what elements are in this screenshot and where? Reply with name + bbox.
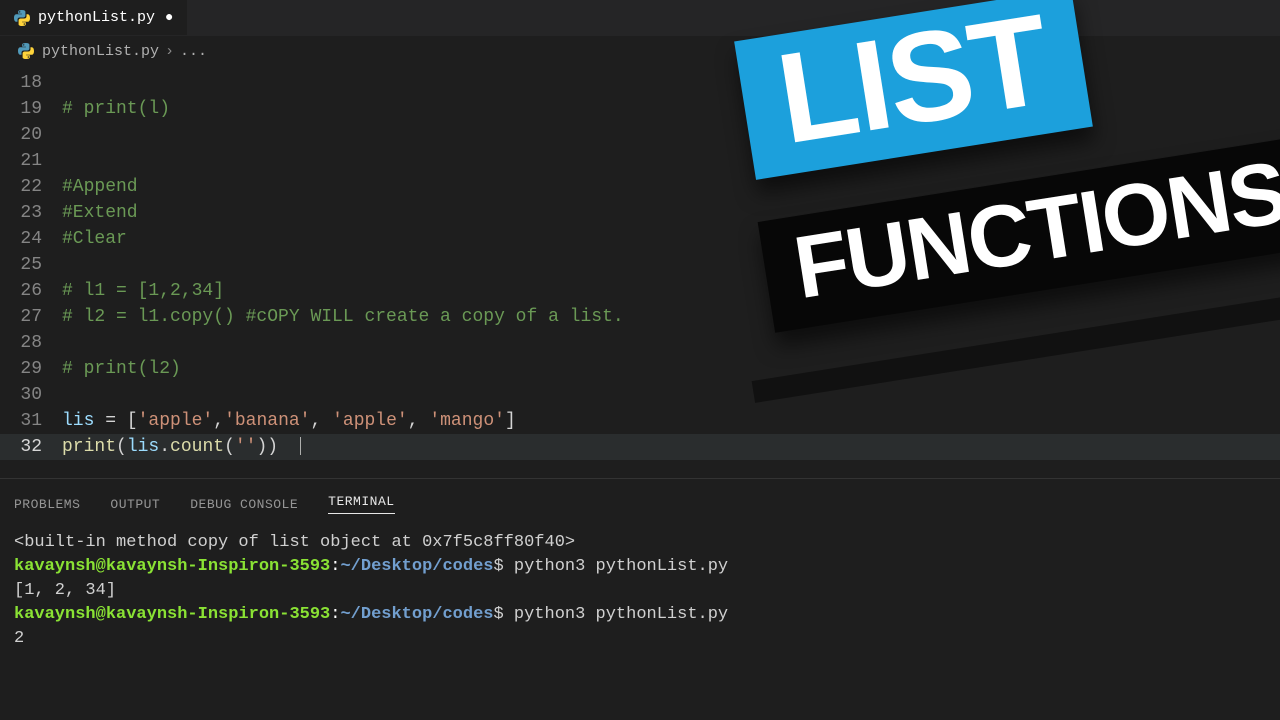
code-content[interactable]: # l1 = [1,2,34]: [62, 278, 224, 304]
terminal-prompt-line: kavaynsh@kavaynsh-Inspiron-3593:~/Deskto…: [14, 555, 1266, 579]
terminal-prompt-line: kavaynsh@kavaynsh-Inspiron-3593:~/Deskto…: [14, 603, 1266, 627]
text-cursor-icon: [300, 437, 301, 455]
code-content[interactable]: #Append: [62, 174, 138, 200]
tab-bar: pythonList.py ●: [0, 0, 1280, 36]
code-content[interactable]: #Clear: [62, 226, 127, 252]
terminal-content[interactable]: <built-in method copy of list object at …: [0, 519, 1280, 663]
panel-tab-problems[interactable]: PROBLEMS: [14, 497, 80, 512]
breadcrumb-file[interactable]: pythonList.py: [42, 43, 159, 60]
terminal-output: [1, 2, 34]: [14, 579, 1266, 603]
code-line[interactable]: 28: [0, 330, 1280, 356]
line-number: 31: [0, 408, 62, 434]
line-number: 20: [0, 122, 62, 148]
code-content[interactable]: lis = ['apple','banana', 'apple', 'mango…: [62, 408, 516, 434]
line-number: 30: [0, 382, 62, 408]
code-line[interactable]: 26# l1 = [1,2,34]: [0, 278, 1280, 304]
line-number: 23: [0, 200, 62, 226]
panel-tab-debug-console[interactable]: DEBUG CONSOLE: [190, 497, 298, 512]
code-line[interactable]: 30: [0, 382, 1280, 408]
code-content[interactable]: # l2 = l1.copy() #cOPY WILL create a cop…: [62, 304, 624, 330]
line-number: 21: [0, 148, 62, 174]
tab-label: pythonList.py: [38, 9, 155, 26]
code-editor[interactable]: 1819# print(l)202122#Append23#Extend24#C…: [0, 66, 1280, 478]
panel-tab-output[interactable]: OUTPUT: [110, 497, 160, 512]
code-line[interactable]: 20: [0, 122, 1280, 148]
line-number: 19: [0, 96, 62, 122]
line-number: 29: [0, 356, 62, 382]
code-line[interactable]: 32print(lis.count('')): [0, 434, 1280, 460]
breadcrumb[interactable]: pythonList.py › ...: [0, 36, 1280, 66]
terminal-output: 2: [14, 627, 1266, 651]
code-content[interactable]: # print(l2): [62, 356, 181, 382]
code-line[interactable]: 25: [0, 252, 1280, 278]
code-line[interactable]: 18: [0, 70, 1280, 96]
terminal-output: <built-in method copy of list object at …: [14, 531, 1266, 555]
line-number: 25: [0, 252, 62, 278]
line-number: 28: [0, 330, 62, 356]
code-line[interactable]: 19# print(l): [0, 96, 1280, 122]
code-content[interactable]: # print(l): [62, 96, 170, 122]
line-number: 27: [0, 304, 62, 330]
code-line[interactable]: 29# print(l2): [0, 356, 1280, 382]
modified-dot-icon: ●: [165, 10, 173, 26]
code-content[interactable]: print(lis.count('')): [62, 434, 301, 460]
line-number: 24: [0, 226, 62, 252]
line-number: 22: [0, 174, 62, 200]
breadcrumb-more[interactable]: ...: [180, 43, 207, 60]
line-number: 26: [0, 278, 62, 304]
panel-tabs: PROBLEMS OUTPUT DEBUG CONSOLE TERMINAL: [0, 489, 1280, 519]
line-number: 32: [0, 434, 62, 460]
tab-pythonlist[interactable]: pythonList.py ●: [0, 0, 188, 35]
code-line[interactable]: 24#Clear: [0, 226, 1280, 252]
python-file-icon: [14, 10, 30, 26]
code-line[interactable]: 23#Extend: [0, 200, 1280, 226]
python-file-icon: [18, 43, 34, 59]
code-line[interactable]: 21: [0, 148, 1280, 174]
panel-tab-terminal[interactable]: TERMINAL: [328, 494, 394, 514]
line-number: 18: [0, 70, 62, 96]
bottom-panel: PROBLEMS OUTPUT DEBUG CONSOLE TERMINAL <bui…: [0, 478, 1280, 720]
code-line[interactable]: 31lis = ['apple','banana', 'apple', 'man…: [0, 408, 1280, 434]
code-line[interactable]: 22#Append: [0, 174, 1280, 200]
chevron-right-icon: ›: [165, 43, 174, 60]
code-content[interactable]: #Extend: [62, 200, 138, 226]
code-line[interactable]: 27# l2 = l1.copy() #cOPY WILL create a c…: [0, 304, 1280, 330]
